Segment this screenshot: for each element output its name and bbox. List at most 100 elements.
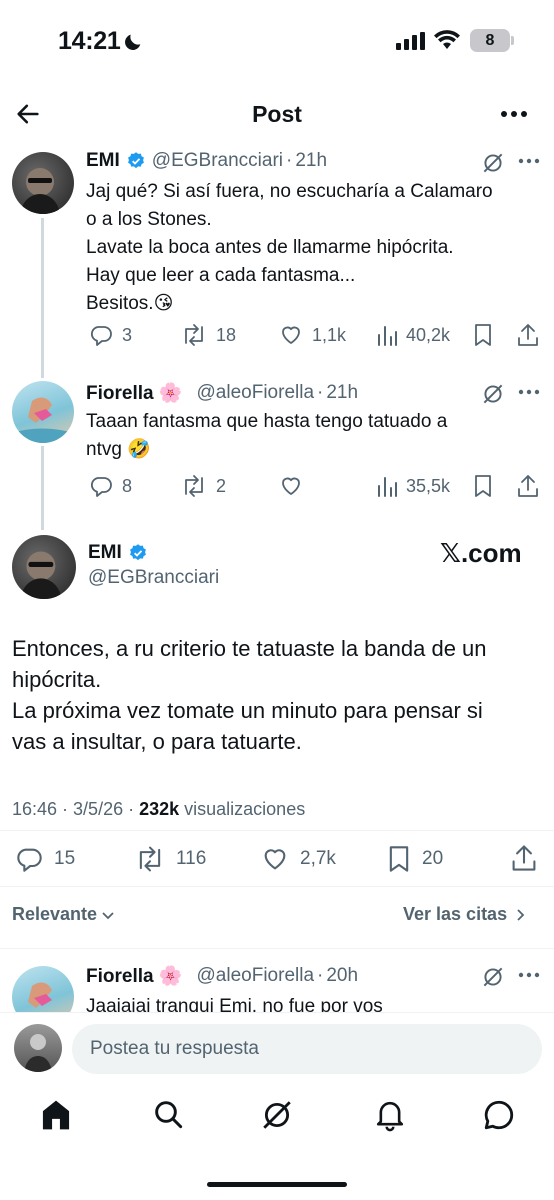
- repost-count: 116: [176, 848, 207, 869]
- avatar[interactable]: [12, 966, 74, 1012]
- view-quotes-link[interactable]: Ver las citas: [403, 904, 527, 925]
- avatar[interactable]: [12, 535, 76, 599]
- current-user-avatar[interactable]: [14, 1024, 62, 1072]
- sort-relevance-button[interactable]: Relevante: [12, 904, 115, 925]
- heart-icon: [278, 323, 304, 347]
- tweet-line: Entonces, a ru criterio te tatuaste la b…: [12, 636, 487, 661]
- repost-button[interactable]: 2: [180, 474, 226, 498]
- repost-icon: [134, 845, 166, 873]
- separator: ·: [317, 965, 324, 986]
- views-button[interactable]: 40,2k: [376, 323, 450, 347]
- views-total: 232k: [139, 799, 180, 819]
- author-handle[interactable]: @aleoFiorella: [197, 382, 315, 404]
- grok-icon[interactable]: [480, 964, 506, 990]
- reply-button[interactable]: 15: [14, 845, 75, 873]
- avatar[interactable]: [12, 381, 74, 443]
- author-name[interactable]: Fiorella 🌸: [86, 381, 183, 405]
- notifications-bell-icon[interactable]: [374, 1098, 406, 1132]
- views-count: 35,5k: [406, 475, 451, 496]
- repost-button[interactable]: 116: [134, 845, 206, 873]
- tweet-line: Hay que leer a cada fantasma...: [86, 265, 356, 286]
- like-count: 1,1k: [312, 324, 347, 345]
- repost-icon: [180, 474, 208, 498]
- repost-icon: [180, 323, 208, 347]
- tweet-line: La próxima vez tomate un minuto para pen…: [12, 698, 483, 723]
- tweet-line: hipócrita.: [12, 667, 102, 692]
- reply-button[interactable]: 3: [88, 323, 132, 347]
- reply-icon: [88, 474, 114, 498]
- reply-count: 15: [54, 848, 76, 869]
- like-button[interactable]: 2,7k: [260, 845, 336, 873]
- search-icon[interactable]: [152, 1098, 184, 1130]
- divider: [0, 948, 554, 949]
- author-name[interactable]: EMI: [88, 542, 122, 564]
- grok-icon[interactable]: [480, 150, 506, 176]
- tweet-more-icon[interactable]: [518, 972, 540, 978]
- wifi-icon: [434, 30, 460, 50]
- separator: ·: [286, 150, 293, 171]
- moon-icon: [122, 31, 144, 53]
- views-count: 40,2k: [406, 324, 451, 345]
- page-title: Post: [252, 101, 302, 127]
- tweet-line: Lavate la boca antes de llamarme hipócri…: [86, 237, 454, 258]
- like-count: 2,7k: [300, 848, 336, 869]
- reply-icon: [88, 323, 114, 347]
- share-icon[interactable]: [510, 843, 538, 873]
- reply-count: 8: [122, 475, 133, 496]
- divider: [0, 830, 554, 831]
- bookmark-icon[interactable]: [472, 474, 494, 498]
- separator: ·: [317, 382, 324, 403]
- reply-preview[interactable]: Fiorella 🌸 @aleoFiorella · 20h Jaajajaj …: [0, 950, 554, 1012]
- author-handle[interactable]: @EGBrancciari: [88, 567, 219, 589]
- heart-icon: [260, 845, 290, 873]
- bookmark-icon[interactable]: [472, 323, 494, 347]
- tweet-time[interactable]: 20h: [326, 965, 358, 987]
- tweet-line: Taaan fantasma que hasta tengo tatuado a: [86, 411, 448, 432]
- battery-nub: [511, 36, 514, 45]
- views-chart-icon: [376, 323, 398, 347]
- repost-button[interactable]: 18: [180, 323, 236, 347]
- divider: [0, 886, 554, 887]
- tweet-header: Fiorella 🌸 @aleoFiorella · 21h: [86, 381, 486, 405]
- share-icon[interactable]: [516, 473, 540, 499]
- author-name[interactable]: Fiorella 🌸: [86, 964, 183, 988]
- chevron-down-icon: [101, 908, 115, 922]
- author-handle[interactable]: @aleoFiorella: [197, 965, 315, 987]
- like-button[interactable]: 1,1k: [278, 323, 346, 347]
- tweet-body: Taaan fantasma que hasta tengo tatuado a…: [86, 408, 546, 464]
- tweet-time[interactable]: 21h: [326, 382, 358, 404]
- author-name[interactable]: EMI: [86, 150, 120, 172]
- tweet-body: Jaj qué? Si así fuera, no escucharía a C…: [86, 178, 546, 318]
- heart-icon: [278, 474, 304, 498]
- reply-button[interactable]: 8: [88, 474, 132, 498]
- bookmark-icon: [386, 845, 412, 873]
- tweet-line: Besitos.😘: [86, 293, 174, 314]
- views-button[interactable]: 35,5k: [376, 474, 450, 498]
- author-handle[interactable]: @EGBrancciari: [152, 150, 283, 172]
- quotes-label: Ver las citas: [403, 904, 508, 924]
- like-button[interactable]: [278, 474, 304, 498]
- grok-icon[interactable]: [480, 381, 506, 407]
- messages-icon[interactable]: [482, 1098, 516, 1132]
- bookmark-button[interactable]: 20: [386, 845, 443, 873]
- tweet-header: Fiorella 🌸 @aleoFiorella · 20h: [86, 964, 358, 988]
- x-logo: 𝕏.com: [440, 538, 522, 568]
- views-label: visualizaciones: [179, 799, 306, 819]
- tweet-more-icon[interactable]: [518, 389, 540, 395]
- tweet-line: ntvg 🤣: [86, 439, 151, 460]
- avatar[interactable]: [12, 152, 74, 214]
- grok-icon[interactable]: [260, 1098, 294, 1132]
- home-icon[interactable]: [40, 1098, 72, 1132]
- thread-connector: [41, 218, 44, 378]
- thread-connector: [41, 446, 44, 530]
- more-options-icon[interactable]: [500, 110, 528, 118]
- share-icon[interactable]: [516, 322, 540, 348]
- reply-input[interactable]: Postea tu respuesta: [72, 1024, 542, 1074]
- verified-badge-icon: [126, 151, 146, 171]
- sort-label: Relevante: [12, 904, 98, 924]
- tweet-time[interactable]: 21h: [295, 150, 327, 172]
- timestamp[interactable]: 16:46 · 3/5/26 ·: [12, 799, 139, 819]
- tweet-header: EMI @EGBrancciari · 21h: [86, 150, 486, 172]
- tweet-more-icon[interactable]: [518, 158, 540, 164]
- tweet-meta: 16:46 · 3/5/26 · 232k visualizaciones: [12, 799, 305, 820]
